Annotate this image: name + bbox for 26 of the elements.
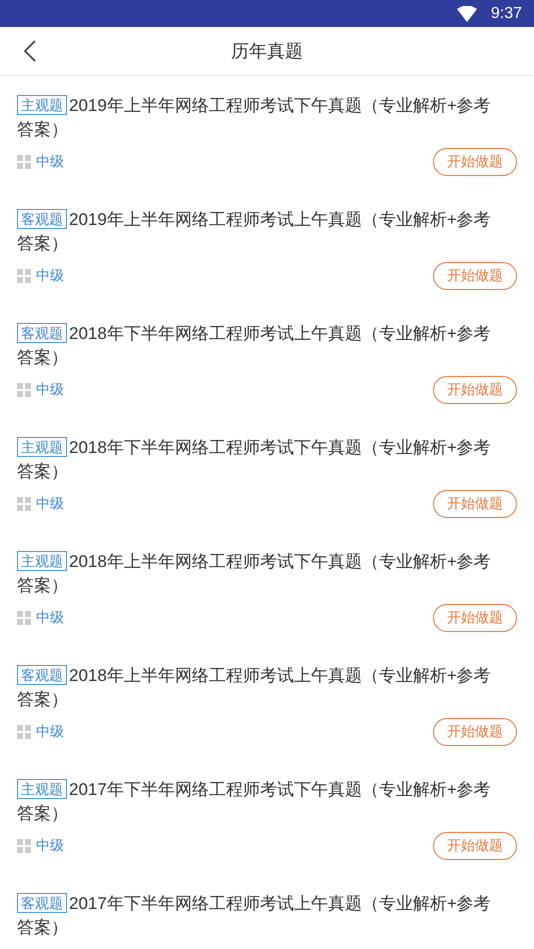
level-label: 中级 xyxy=(36,609,64,627)
exam-title[interactable]: 主观题 2018年上半年网络工程师考试下午真题（专业解析+参考答案） xyxy=(17,550,498,598)
status-time: 9:37 xyxy=(490,4,522,22)
exam-title[interactable]: 主观题 2018年下半年网络工程师考试下午真题（专业解析+参考答案） xyxy=(17,436,498,484)
back-icon[interactable] xyxy=(24,40,36,62)
level-label: 中级 xyxy=(36,381,64,399)
grid-icon xyxy=(17,611,31,625)
grid-icon xyxy=(17,155,31,169)
exam-title[interactable]: 客观题 2017年下半年网络工程师考试上午真题（专业解析+参考答案） xyxy=(17,892,498,940)
grid-icon xyxy=(17,497,31,511)
level-label: 中级 xyxy=(36,153,64,171)
exam-title[interactable]: 主观题 2017年下半年网络工程师考试下午真题（专业解析+参考答案） xyxy=(17,778,498,826)
exam-title[interactable]: 主观题 2019年上半年网络工程师考试下午真题（专业解析+参考答案） xyxy=(17,94,498,142)
level-label: 中级 xyxy=(36,495,64,513)
exam-title[interactable]: 客观题 2018年上半年网络工程师考试上午真题（专业解析+参考答案） xyxy=(17,664,498,712)
grid-icon xyxy=(17,269,31,283)
grid-icon xyxy=(17,725,31,739)
wifi-icon xyxy=(456,6,477,22)
level-label: 中级 xyxy=(36,723,64,741)
exam-title[interactable]: 客观题 2018年下半年网络工程师考试上午真题（专业解析+参考答案） xyxy=(17,322,498,370)
grid-icon xyxy=(17,383,31,397)
grid-icon xyxy=(17,839,31,853)
page-title: 历年真题 xyxy=(231,40,303,63)
exam-title[interactable]: 客观题 2019年上半年网络工程师考试上午真题（专业解析+参考答案） xyxy=(17,208,498,256)
level-label: 中级 xyxy=(36,267,64,285)
level-label: 中级 xyxy=(36,837,64,855)
